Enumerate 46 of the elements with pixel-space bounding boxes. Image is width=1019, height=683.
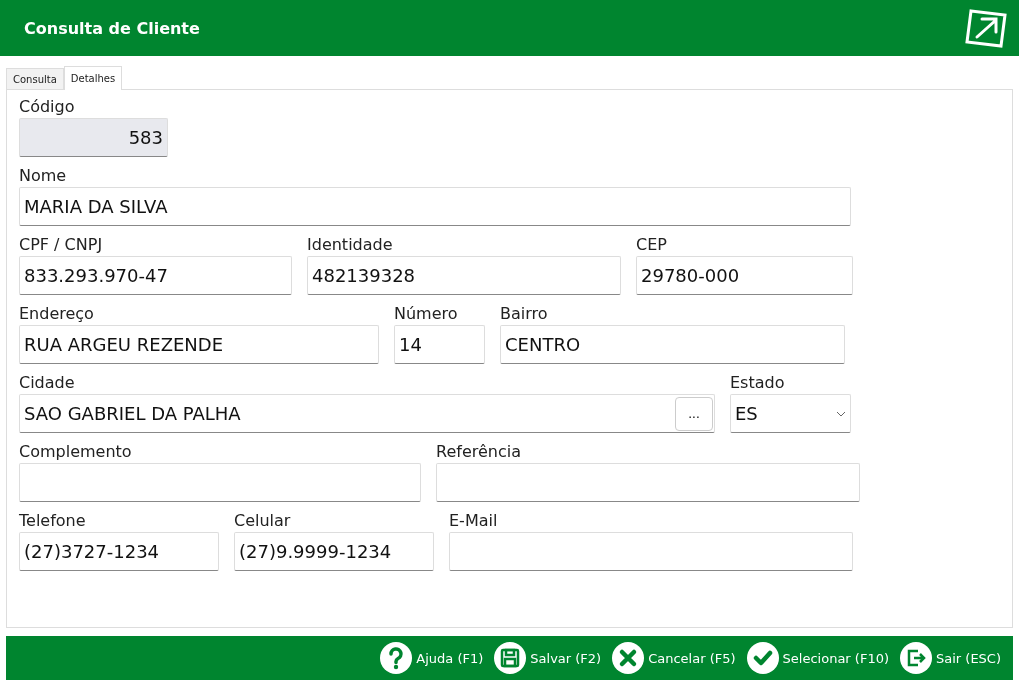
tab[interactable]: Detalhes (63, 66, 123, 90)
field-label: Número (394, 303, 459, 325)
window-title: Consulta de Cliente (24, 18, 200, 38)
arrow-box-icon (963, 7, 1009, 49)
input-field[interactable]: 583 (19, 118, 168, 157)
field-label: Identidade (307, 234, 394, 256)
action-button[interactable]: Cancelar (F5) (611, 641, 736, 675)
tab[interactable]: Consulta (6, 68, 64, 89)
exit-icon (899, 641, 933, 675)
field-label: Celular (234, 510, 292, 532)
floppy-disk-icon (493, 641, 528, 675)
field-label: Telefone (19, 510, 87, 532)
checkmark-icon (745, 641, 780, 675)
field-label: Complemento (19, 441, 133, 463)
input-field[interactable]: RUA ARGEU REZENDE (19, 325, 379, 364)
field-label: E-Mail (449, 510, 499, 532)
chevron-down-icon (836, 410, 846, 417)
field-label: Bairro (500, 303, 549, 325)
action-button[interactable]: Selecionar (F10) (745, 641, 889, 675)
action-button[interactable]: Salvar (F2) (493, 641, 602, 675)
input-field[interactable] (436, 463, 860, 502)
select-field[interactable]: ES (730, 394, 851, 433)
input-field[interactable]: (27)9.9999-1234 (234, 532, 434, 571)
input-field[interactable] (19, 463, 421, 502)
lookup-button[interactable]: ... (675, 396, 713, 431)
input-field[interactable]: 29780-000 (636, 256, 853, 295)
field-label: Cidade (19, 372, 76, 394)
field-label: Código (19, 96, 76, 118)
input-field[interactable]: 833.293.970-47 (19, 256, 292, 295)
field-label: Referência (436, 441, 522, 463)
input-field[interactable]: MARIA DA SILVA (19, 187, 851, 226)
help-icon (379, 641, 414, 675)
input-field[interactable]: 482139328 (307, 256, 621, 295)
action-button[interactable]: Ajuda (F1) (379, 641, 484, 675)
input-field[interactable]: SAO GABRIEL DA PALHA ... (19, 394, 715, 433)
input-field[interactable]: (27)3727-1234 (19, 532, 219, 571)
field-label: CPF / CNPJ (19, 234, 104, 256)
field-label: CEP (636, 234, 668, 256)
field-label: Nome (19, 165, 68, 187)
field-label: Endereço (19, 303, 95, 325)
input-field[interactable]: CENTRO (500, 325, 845, 364)
input-field[interactable]: 14 (394, 325, 485, 364)
x-mark-icon (611, 641, 646, 675)
field-label: Estado (730, 372, 786, 394)
action-button[interactable]: Sair (ESC) (899, 641, 1001, 675)
input-field[interactable] (449, 532, 853, 571)
